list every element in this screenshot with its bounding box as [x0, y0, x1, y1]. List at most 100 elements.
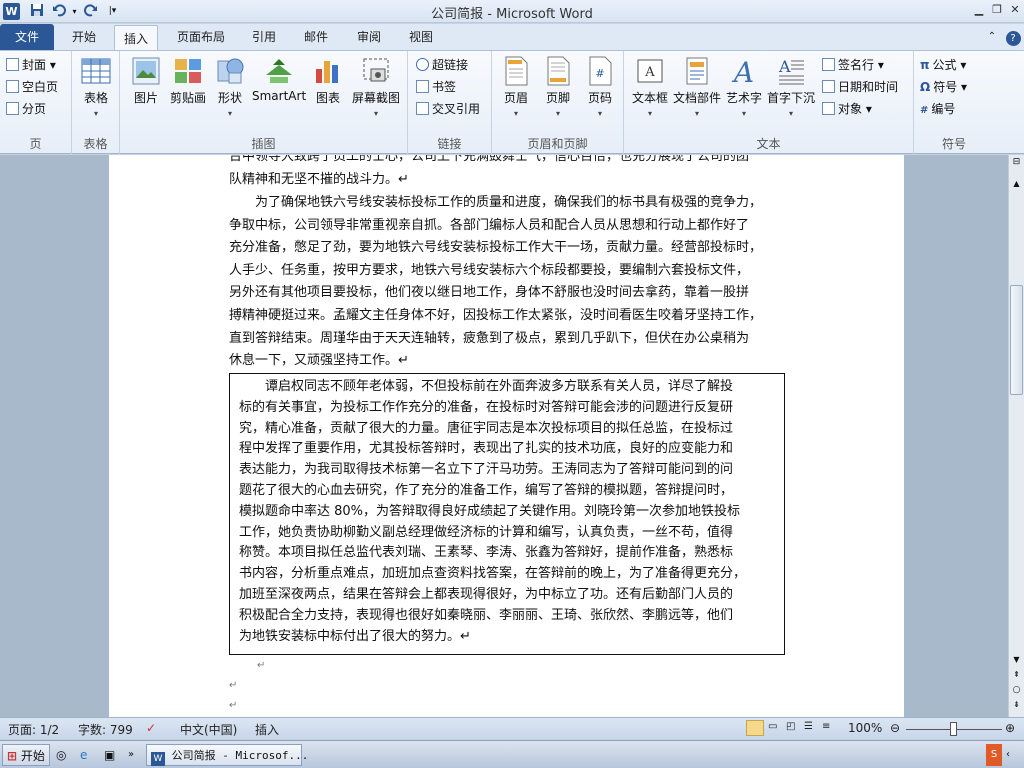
paragraph-mark: ↵ — [229, 680, 238, 691]
shapes-button[interactable]: 形状 ▾ — [214, 55, 246, 118]
clipart-button[interactable]: 剪贴画 — [168, 55, 208, 106]
group-label-links: 链接 — [437, 137, 462, 151]
document-page[interactable]: 台中领导大致跨了员工的士心，公司上下充满鼓舞士气，信心百倍，也充分展现了公司的团… — [109, 155, 904, 717]
date-time-button[interactable]: 日期和时间 — [822, 77, 898, 97]
equation-button[interactable]: π 公式 ▾ — [920, 55, 966, 75]
taskbar-word-window[interactable]: W 公司简报 - Microsof... — [146, 744, 308, 766]
number-button[interactable]: # 编号 — [920, 99, 955, 119]
document-area: 台中领导大致跨了员工的士心，公司上下充满鼓舞士气，信心百倍，也充分展现了公司的团… — [0, 155, 1008, 717]
ribbon: 封面 ▾ 空白页 分页 页 表格 ▾ 表格 图片 剪贴画 形状 ▾ SmartArt — [0, 50, 1024, 154]
vertical-scrollbar[interactable]: ⊟ ▲ ▼ ⇞ ○ ⇟ — [1008, 155, 1024, 717]
hyperlink-button[interactable]: 超链接 — [416, 55, 468, 75]
scroll-up-icon[interactable]: ▲ — [1011, 179, 1022, 191]
table-icon — [81, 58, 111, 84]
taskbar: ⊞ 开始 ◎ e ▣ » W 公司简报 - Microsof... S ‹ — [0, 740, 1024, 768]
quick-parts-button[interactable]: 文档部件 ▾ — [672, 55, 722, 118]
internet-explorer-icon[interactable]: e — [80, 744, 96, 766]
tray-app-icon[interactable]: S — [986, 744, 1002, 766]
shapes-icon — [217, 58, 244, 84]
symbol-button[interactable]: Ω 符号 ▾ — [920, 77, 967, 97]
page-break-button[interactable]: 分页 — [6, 99, 46, 119]
picture-icon — [132, 57, 160, 85]
table-button[interactable]: 表格 ▾ — [78, 55, 114, 118]
cross-reference-button[interactable]: 交叉引用 — [416, 99, 480, 119]
windows-logo-icon: ⊞ — [7, 749, 18, 763]
paragraph-main[interactable]: 为了确保地铁六号线安装标投标工作的质量和进度，确保我们的标书具有极强的竞争力， … — [229, 192, 785, 373]
group-label-tables: 表格 — [83, 137, 108, 151]
zoom-in-icon[interactable]: ⊕ — [1005, 721, 1015, 735]
close-icon[interactable]: ✕ — [1006, 2, 1024, 19]
full-screen-reading-icon[interactable]: ▭ — [768, 721, 777, 732]
paragraph-intro[interactable]: 台中领导大致跨了员工的士心，公司上下充满鼓舞士气，信心百倍，也充分展现了公司的团… — [229, 155, 785, 191]
clipart-icon — [175, 59, 201, 83]
object-icon — [822, 102, 835, 115]
start-button[interactable]: ⊞ 开始 — [2, 744, 50, 766]
group-links: 超链接 书签 交叉引用 链接 — [408, 51, 492, 154]
bookmark-button[interactable]: 书签 — [416, 77, 456, 97]
object-button[interactable]: 对象 ▾ — [822, 99, 872, 119]
page-number-button[interactable]: # 页码 ▾ — [582, 55, 618, 118]
paragraph-mark: ↵ — [229, 700, 238, 711]
screenshot-button[interactable]: 屏幕截图 ▾ — [350, 55, 402, 118]
word-icon: W — [151, 752, 165, 766]
language[interactable]: 中文(中国) — [180, 721, 237, 738]
print-layout-icon[interactable] — [746, 720, 764, 736]
picture-button[interactable]: 图片 — [128, 55, 164, 106]
wordart-icon: A — [731, 56, 754, 87]
tab-mailings[interactable]: 邮件 — [296, 24, 336, 50]
page-count[interactable]: 页面: 1/2 — [8, 721, 59, 738]
tab-home[interactable]: 开始 — [62, 24, 106, 50]
tab-insert[interactable]: 插入 — [114, 25, 158, 51]
group-pages: 封面 ▾ 空白页 分页 页 — [0, 51, 72, 154]
svg-text:A: A — [778, 57, 791, 76]
omega-icon: Ω — [920, 80, 931, 94]
quicklaunch-app-icon[interactable]: ▣ — [104, 744, 120, 766]
next-page-icon[interactable]: ⇟ — [1011, 700, 1022, 712]
quicklaunch-icon[interactable]: ◎ — [56, 744, 72, 766]
scroll-thumb[interactable] — [1010, 285, 1023, 395]
proofing-icon[interactable]: ✓ — [146, 721, 156, 735]
chart-button[interactable]: 图表 — [312, 55, 344, 106]
tab-references[interactable]: 引用 — [244, 24, 284, 50]
paragraph-mark: ↵ — [257, 660, 266, 671]
tab-file[interactable]: 文件 — [0, 24, 54, 50]
tab-review[interactable]: 审阅 — [348, 24, 390, 50]
zoom-out-icon[interactable]: ⊖ — [890, 721, 900, 735]
ruler-toggle-icon[interactable]: ⊟ — [1011, 157, 1022, 171]
tray-expand-icon[interactable]: ‹ — [1006, 744, 1020, 766]
insert-mode[interactable]: 插入 — [255, 721, 279, 738]
drop-cap-button[interactable]: A 首字下沉 ▾ — [766, 55, 816, 118]
scroll-down-icon[interactable]: ▼ — [1011, 655, 1022, 667]
page-break-icon — [6, 102, 19, 115]
web-layout-icon[interactable]: ◰ — [786, 721, 795, 732]
signature-line-button[interactable]: 签名行 ▾ — [822, 55, 884, 75]
restore-icon[interactable]: ❐ — [988, 2, 1006, 19]
ribbon-collapse-icon[interactable]: ⌃ — [984, 24, 1000, 50]
wordart-button[interactable]: A 艺术字 ▾ — [724, 55, 764, 118]
footer-button[interactable]: 页脚 ▾ — [540, 55, 576, 118]
minimize-icon[interactable]: ▁ — [970, 2, 988, 19]
help-icon[interactable]: ? — [1004, 24, 1022, 50]
hyperlink-icon — [416, 58, 429, 71]
bordered-text-box[interactable]: 谭启权同志不顾年老体弱，不但投标前在外面奔波多方联系有关人员，详尽了解投 标的有… — [229, 373, 785, 655]
cover-page-button[interactable]: 封面 ▾ — [6, 55, 56, 75]
browse-object-icon[interactable]: ○ — [1011, 685, 1022, 697]
window-title: 公司简报 - Microsoft Word — [431, 7, 593, 22]
pi-icon: π — [920, 58, 930, 72]
page-number-icon: # — [589, 56, 612, 86]
zoom-slider-thumb[interactable] — [950, 722, 957, 736]
group-label-header-footer: 页眉和页脚 — [527, 137, 588, 151]
textbox-button[interactable]: A 文本框 ▾ — [628, 55, 672, 118]
tab-view[interactable]: 视图 — [400, 24, 442, 50]
previous-page-icon[interactable]: ⇞ — [1011, 670, 1022, 682]
chart-icon — [316, 61, 338, 83]
smartart-button[interactable]: SmartArt — [252, 55, 306, 103]
more-icon[interactable]: » — [128, 744, 142, 766]
draft-icon[interactable]: ≡ — [822, 721, 830, 732]
header-button[interactable]: 页眉 ▾ — [498, 55, 534, 118]
blank-page-button[interactable]: 空白页 — [6, 77, 58, 97]
word-count[interactable]: 字数: 799 — [78, 721, 133, 738]
tab-page-layout[interactable]: 页面布局 — [168, 24, 234, 50]
zoom-level[interactable]: 100% — [848, 721, 882, 735]
outline-icon[interactable]: ☰ — [804, 721, 813, 732]
